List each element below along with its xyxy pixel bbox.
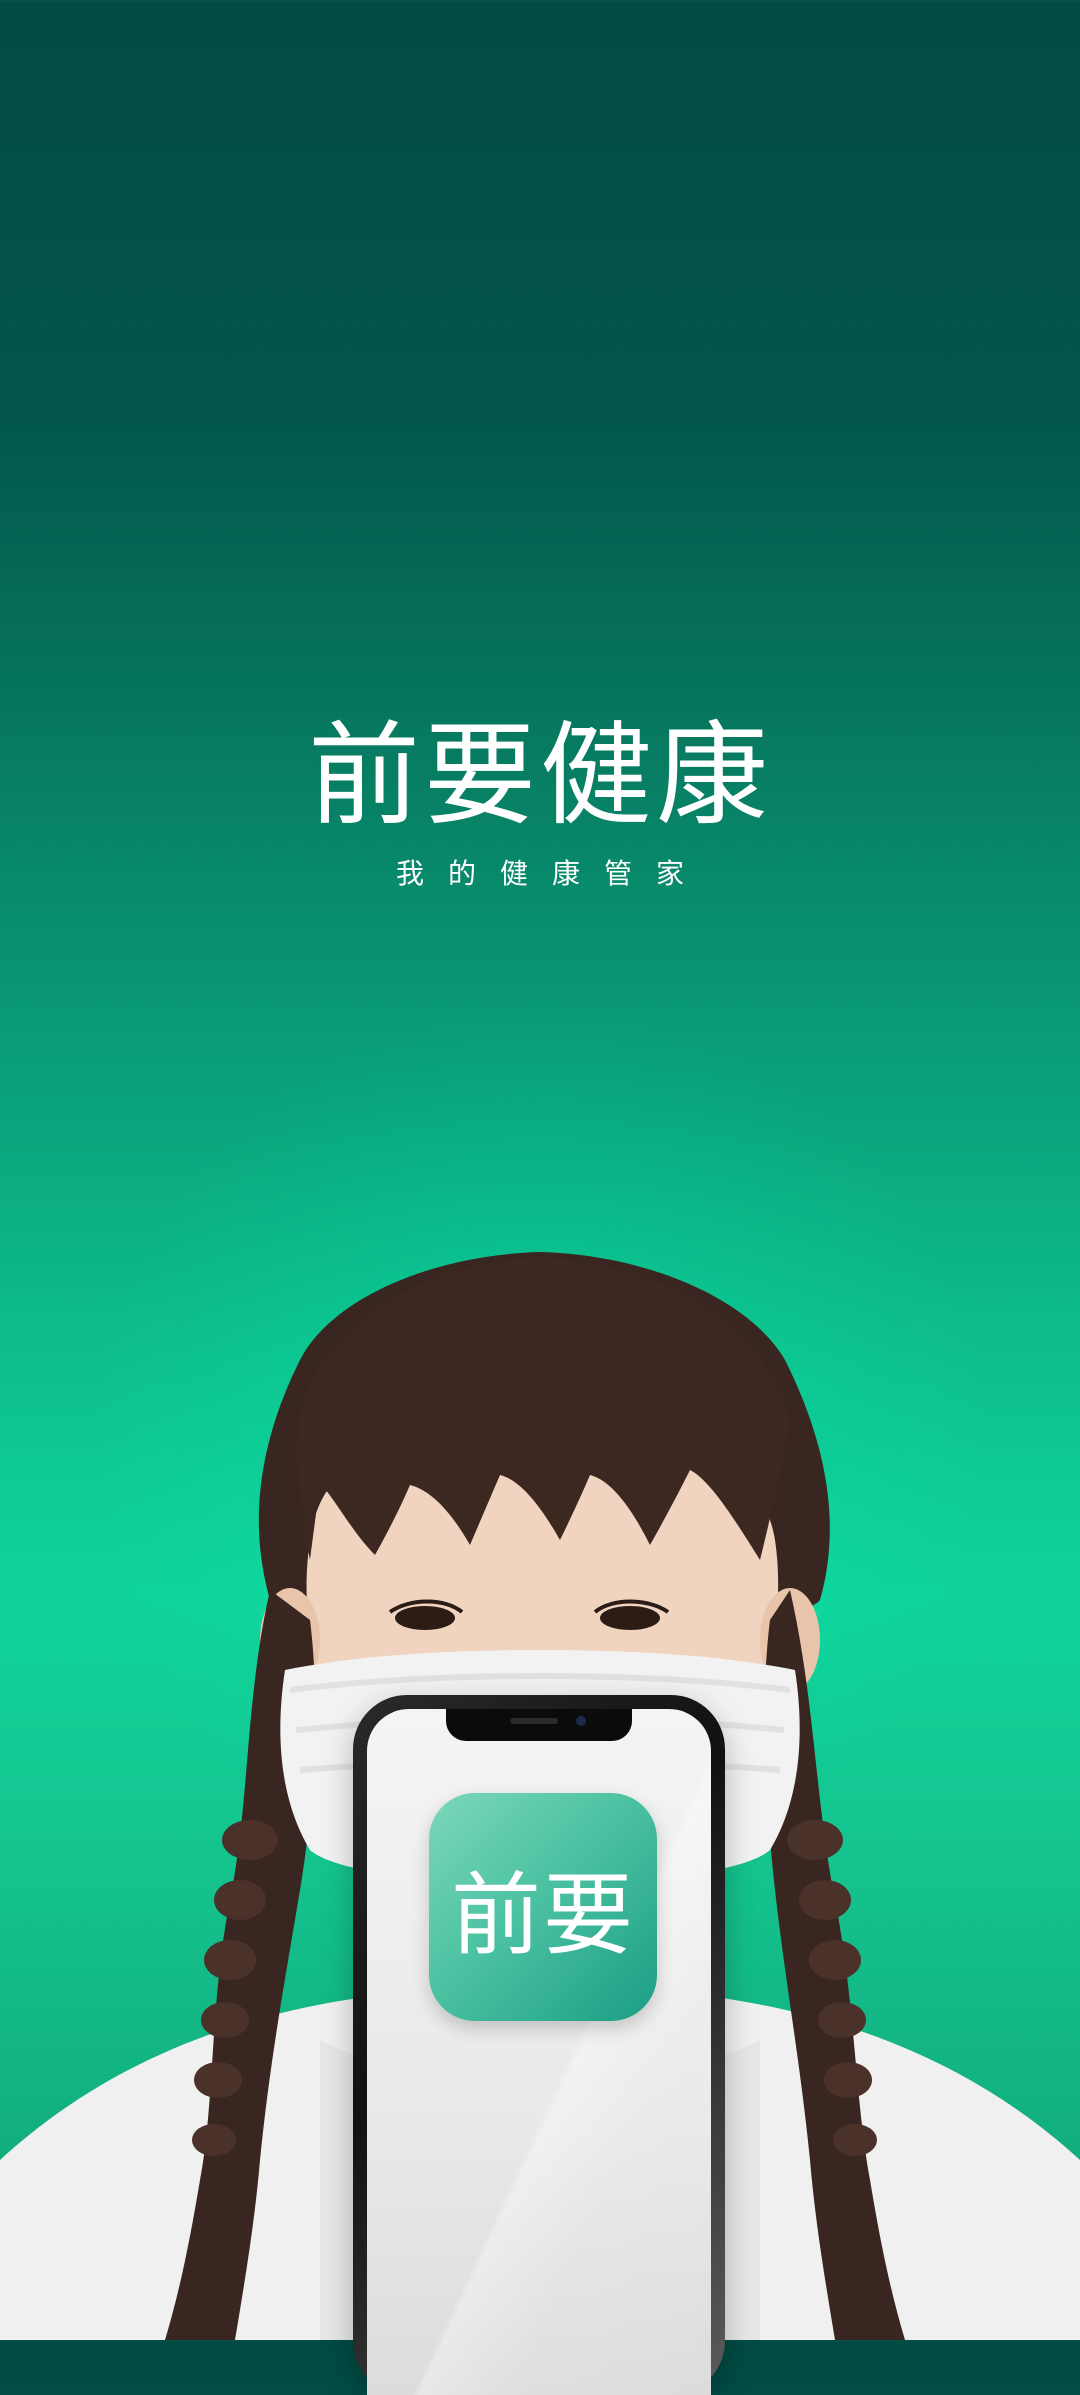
phone-mockup: 前要	[353, 1695, 725, 2395]
phone-screen: 前要	[367, 1709, 711, 2395]
app-icon-label: 前要	[451, 1863, 635, 1968]
app-icon: 前要	[429, 1793, 657, 2021]
